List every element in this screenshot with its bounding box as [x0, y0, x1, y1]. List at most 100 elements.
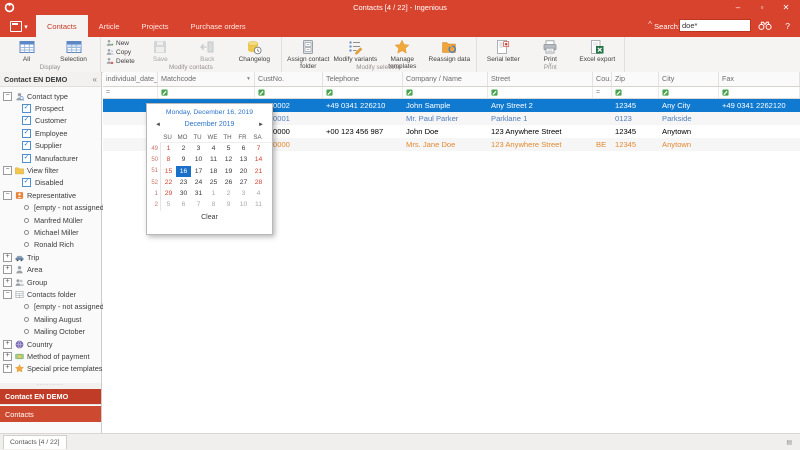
tree-item-manfred-m-ller[interactable]: Manfred Müller [0, 214, 101, 226]
tree-item-disabled[interactable]: ✓Disabled [0, 177, 101, 189]
expand-icon[interactable]: + [3, 253, 12, 262]
tree-item-empty-not-assigned[interactable]: [empty - not assigned] [0, 301, 101, 313]
cell-fax[interactable]: +49 0341 2262120 [719, 99, 800, 112]
cell-street[interactable]: Parklane 1 [488, 112, 593, 125]
calendar-day[interactable]: 17 [191, 166, 206, 177]
column-header-city[interactable]: City [659, 72, 719, 86]
cell-cou[interactable]: BE [593, 138, 612, 151]
checkbox-checked[interactable]: ✓ [22, 129, 31, 138]
column-header-matchcode[interactable]: Matchcode▼ [158, 72, 255, 86]
tree-item-area[interactable]: +Area [0, 263, 101, 275]
cell-city[interactable]: Any City [659, 99, 719, 112]
collapse-icon[interactable]: − [3, 191, 12, 200]
calendar-day[interactable]: 2 [176, 143, 191, 154]
cell-fax[interactable] [719, 112, 800, 125]
tree-item-special-price-templates[interactable]: +Special price templates [0, 363, 101, 375]
tree-item-empty-not-assigned[interactable]: [empty - not assigned] [0, 202, 101, 214]
calendar-day[interactable]: 11 [206, 154, 221, 165]
expand-icon[interactable]: + [3, 340, 12, 349]
tree-item-manufacturer[interactable]: ✓Manufacturer [0, 152, 101, 164]
calendar-day[interactable]: 7 [191, 199, 206, 210]
filter-cell-matchcode[interactable] [158, 87, 255, 98]
status-tab-contacts[interactable]: Contacts [4 / 22] [3, 435, 67, 449]
excel-export-button[interactable]: Excel export [574, 38, 621, 63]
expand-icon[interactable]: + [3, 265, 12, 274]
cell-telephone[interactable] [323, 112, 403, 125]
selection-button[interactable]: Selection [50, 38, 97, 63]
filter-cell-street[interactable] [488, 87, 593, 98]
collapse-icon[interactable]: − [3, 166, 12, 175]
tree-item-group[interactable]: +Group [0, 276, 101, 288]
minimize-button[interactable]: – [726, 0, 750, 15]
cell-cou[interactable] [593, 125, 612, 138]
calendar-day[interactable]: 13 [236, 154, 251, 165]
tree-item-view-filter[interactable]: −View filter [0, 164, 101, 176]
tree-item-prospect[interactable]: ✓Prospect [0, 102, 101, 114]
calendar-day[interactable]: 6 [236, 143, 251, 154]
reassign-data-button[interactable]: Reassign data [426, 38, 473, 63]
column-header-individual-date-1[interactable]: individual_date_1 [103, 72, 158, 86]
calendar-day[interactable]: 27 [236, 177, 251, 188]
calendar-day[interactable]: 1 [206, 188, 221, 199]
cell-zip[interactable]: 0123 [612, 112, 659, 125]
tab-purchase-orders[interactable]: Purchase orders [180, 15, 257, 37]
column-header-custno[interactable]: CustNo. [255, 72, 323, 86]
radio-dot-icon[interactable] [24, 317, 29, 322]
expand-icon[interactable]: + [3, 278, 12, 287]
tree-item-employee[interactable]: ✓Employee [0, 127, 101, 139]
tree-item-contacts-folder[interactable]: −Contacts folder [0, 288, 101, 300]
search-input[interactable] [679, 19, 751, 32]
column-header-company-name[interactable]: Company / Name [403, 72, 488, 86]
tree-item-michael-miller[interactable]: Michael Miller [0, 226, 101, 238]
cell-city[interactable]: Anytown [659, 138, 719, 151]
cell-city[interactable]: Anytown [659, 125, 719, 138]
cell-company-name[interactable]: Mrs. Jane Doe [403, 138, 488, 151]
column-header-fax[interactable]: Fax [719, 72, 800, 86]
expand-icon[interactable]: + [3, 352, 12, 361]
radio-dot-icon[interactable] [24, 242, 29, 247]
serial-letter-button[interactable]: Serial letter [480, 38, 527, 63]
modify-variants-button[interactable]: Modify variants [332, 38, 379, 63]
calendar-day[interactable]: 3 [236, 188, 251, 199]
expand-icon[interactable]: + [3, 364, 12, 373]
cell-zip[interactable]: 12345 [612, 99, 659, 112]
cell-street[interactable]: 123 Anywhere Street [488, 125, 593, 138]
tab-contacts[interactable]: Contacts [36, 15, 88, 37]
cell-city[interactable]: Parkside [659, 112, 719, 125]
calendar-day[interactable]: 19 [221, 166, 236, 177]
radio-dot-icon[interactable] [24, 218, 29, 223]
calendar-day[interactable]: 8 [161, 154, 176, 165]
calendar-day[interactable]: 1 [161, 143, 176, 154]
calendar-day[interactable]: 21 [251, 166, 266, 177]
status-grip-icon[interactable]: ▤ [786, 440, 792, 446]
collapse-icon[interactable]: − [3, 290, 12, 299]
tree-item-contact-type[interactable]: −Contact type [0, 90, 101, 102]
calendar-day[interactable]: 29 [161, 188, 176, 199]
column-header-cou[interactable]: Cou... [593, 72, 612, 86]
tree-item-ronald-rich[interactable]: Ronald Rich [0, 239, 101, 251]
help-icon[interactable]: ? [785, 21, 790, 31]
calendar-day[interactable]: 5 [221, 143, 236, 154]
calendar-day[interactable]: 20 [236, 166, 251, 177]
filter-cell-company-name[interactable] [403, 87, 488, 98]
calendar-day[interactable]: 10 [236, 199, 251, 210]
calendar-day[interactable]: 24 [191, 177, 206, 188]
back-button[interactable]: Back [184, 38, 231, 63]
calendar-day[interactable]: 15 [161, 166, 176, 177]
calendar-clear-button[interactable]: Clear [147, 214, 272, 221]
copy-button[interactable]: Copy [106, 48, 135, 56]
calendar-day[interactable]: 10 [191, 154, 206, 165]
nav-panel-contacts[interactable]: Contacts [0, 406, 101, 422]
maximize-button[interactable]: ▫ [750, 0, 774, 15]
search-binoculars-icon[interactable] [758, 20, 772, 31]
calendar-day[interactable]: 26 [221, 177, 236, 188]
calendar-day[interactable]: 12 [221, 154, 236, 165]
new-button[interactable]: New [106, 39, 135, 47]
changelog-button[interactable]: Changelog [231, 38, 278, 63]
sidebar-collapse-icon[interactable]: « [93, 75, 97, 84]
tree-item-supplier[interactable]: ✓Supplier [0, 140, 101, 152]
collapse-ribbon-icon[interactable]: ^ [648, 21, 652, 29]
cell-telephone[interactable] [323, 138, 403, 151]
calendar-day[interactable]: 7 [251, 143, 266, 154]
cell-fax[interactable] [719, 138, 800, 151]
